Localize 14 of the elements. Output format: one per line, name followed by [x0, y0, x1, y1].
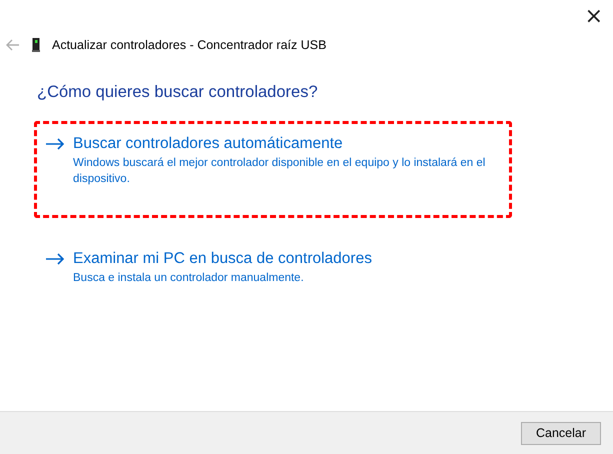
- option-title: Examinar mi PC en busca de controladores: [73, 249, 372, 268]
- back-arrow-icon[interactable]: [6, 39, 20, 51]
- window-title: Actualizar controladores - Concentrador raíz USB: [52, 38, 326, 52]
- option-description: Windows buscará el mejor controlador disponible en el equipo y lo instalará en el dispositivo.: [73, 156, 486, 187]
- arrow-icon: [45, 138, 65, 150]
- close-button[interactable]: ×: [574, 0, 613, 34]
- usb-hub-icon: [32, 38, 40, 52]
- option-title: Buscar controladores automáticamente: [73, 134, 344, 153]
- option-link[interactable]: Examinar mi PC en busca de controladores Busca e instala un controlador manualmente.: [34, 236, 512, 289]
- option-description: Busca e instala un controlador manualmente.: [73, 271, 305, 286]
- arrow-icon: [45, 253, 65, 265]
- question-heading: ¿Cómo quieres buscar controladores?: [36, 82, 319, 101]
- option-link[interactable]: Buscar controladores automáticamente Windows buscará el mejor controlador disponible en el equipo y lo instalará en el dispositivo.: [34, 121, 512, 218]
- cancel-button[interactable]: Cancelar: [521, 422, 601, 444]
